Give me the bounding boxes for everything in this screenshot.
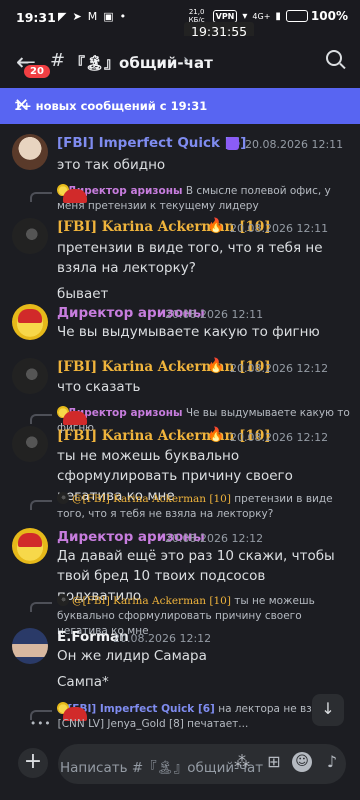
message-text: это так обидно: [57, 157, 166, 173]
message[interactable]: @Директор аризоны В смысле полевой офис,…: [0, 184, 360, 304]
message-text: что сказать: [57, 379, 141, 395]
battery-percent: 100%: [310, 9, 348, 23]
role-badge-icon: [226, 137, 239, 150]
avatar[interactable]: [12, 426, 48, 462]
new-messages-banner[interactable]: 1+ новых сообщений с 19:31 ✕: [0, 88, 360, 124]
channel-header: ← 20 # 『🏝』общий-чат ›: [0, 36, 360, 88]
timestamp: 20.08.2026 12:12: [230, 431, 329, 444]
reply-avatar: [57, 184, 87, 203]
message-list[interactable]: [FBI] Imperfect Quick [6] 20.08.2026 12:…: [0, 124, 360, 730]
timestamp: 20.08.2026 12:12: [230, 362, 329, 375]
reply-preview[interactable]: @Директор аризоны В смысле полевой офис,…: [57, 184, 350, 214]
location-icon: ◤: [58, 10, 67, 23]
message-text: бывает: [57, 286, 109, 302]
avatar[interactable]: [12, 628, 48, 664]
avatar[interactable]: [12, 134, 48, 170]
battery-indicator: 100%: [285, 9, 348, 23]
vpn-badge: VPN: [212, 9, 238, 23]
fire-emoji: 🔥: [207, 218, 225, 234]
message-text: Че вы выдумываете какую то фигню: [57, 324, 320, 340]
wifi-icon: ▾: [242, 10, 248, 22]
timestamp: 20.08.2026 12:11: [230, 222, 329, 235]
telegram-icon: ➤: [72, 10, 82, 23]
timestamp: 20.08.2026 12:11: [165, 308, 264, 321]
close-icon[interactable]: ✕: [14, 95, 346, 116]
avatar[interactable]: [12, 218, 48, 254]
game-icon: ▣: [103, 10, 114, 23]
battery-icon: [285, 10, 308, 22]
emoji-icon[interactable]: ☺: [292, 752, 312, 772]
network-type: 4G+: [252, 11, 271, 21]
message[interactable]: @[FBI] Karina Ackerman [10] претензии в …: [0, 492, 360, 604]
search-icon[interactable]: [326, 50, 342, 66]
signal-icon: ▮: [275, 10, 281, 22]
reply-avatar: [57, 594, 69, 606]
typing-text: [CNN LV] Jenya_Gold [8] печатает...: [57, 718, 249, 730]
hash-icon: #: [50, 50, 66, 71]
status-bar: 19:31 ◤ ➤ M ▣ • 21,0 КБ/с VPN ▾ 4G+ ▮ 10…: [0, 0, 360, 36]
reply-author: @[FBI] Karina Ackerman [10]: [72, 493, 231, 505]
channel-title[interactable]: 『🏝』общий-чат: [70, 52, 213, 73]
fire-emoji: 🔥: [207, 427, 225, 443]
message[interactable]: [FBI] Imperfect Quick [6] 20.08.2026 12:…: [0, 132, 360, 180]
message[interactable]: Директор аризоны 20.08.2026 12:11 Че вы …: [0, 302, 360, 348]
chevron-right-icon[interactable]: ›: [183, 50, 189, 69]
more-dot-icon: •: [119, 10, 127, 23]
composer: + Написать #『🏝』общий-чат ⁂ ⊞ ☺ ♪: [0, 730, 360, 800]
reply-avatar: [57, 406, 87, 425]
avatar[interactable]: [12, 528, 48, 564]
reply-author: @[FBI] Karina Ackerman [10]: [72, 595, 231, 607]
unread-badge: 20: [22, 63, 52, 80]
timestamp: 20.08.2026 12:12: [165, 532, 264, 545]
reply-avatar: [57, 492, 69, 504]
author-name[interactable]: [FBI] Imperfect Quick [6]: [57, 135, 246, 151]
typing-indicator: ••• [CNN LV] Jenya_Gold [8] печатает...: [30, 718, 248, 730]
apps-icon[interactable]: ⁂: [232, 752, 252, 772]
notification-icons: ◤ ➤ M ▣ •: [58, 10, 126, 23]
avatar[interactable]: [12, 358, 48, 394]
status-time: 19:31: [16, 10, 56, 25]
gift-icon[interactable]: ⊞: [264, 752, 284, 772]
timestamp: 20.08.2026 12:12: [113, 632, 212, 645]
mic-icon[interactable]: ♪: [322, 752, 342, 772]
fire-emoji: 🔥: [207, 358, 225, 374]
typing-dots-icon: •••: [30, 718, 52, 730]
message[interactable]: [FBI] Karina Ackerman [10] 🔥 20.08.2026 …: [0, 356, 360, 402]
reply-preview[interactable]: @[FBI] Imperfect Quick [6] на лектора не…: [57, 702, 350, 721]
message-text: претензии в виде того, что я тебя не взя…: [57, 240, 323, 276]
arrow-down-icon[interactable]: ↓: [312, 694, 344, 726]
message[interactable]: @Директор аризоны Че вы выдумываете каку…: [0, 406, 360, 504]
message[interactable]: @[FBI] Karina Ackerman [10] ты не можешь…: [0, 594, 360, 694]
gmail-icon: M: [87, 10, 98, 23]
message-text: Он же лидир Самара: [57, 648, 207, 664]
plus-icon[interactable]: +: [18, 748, 48, 778]
message-text: Сампа*: [57, 674, 109, 690]
reply-avatar: [57, 702, 87, 721]
avatar[interactable]: [12, 304, 48, 340]
reply-preview[interactable]: @[FBI] Karina Ackerman [10] претензии в …: [57, 492, 350, 522]
timestamp: 20.08.2026 12:11: [245, 138, 344, 151]
